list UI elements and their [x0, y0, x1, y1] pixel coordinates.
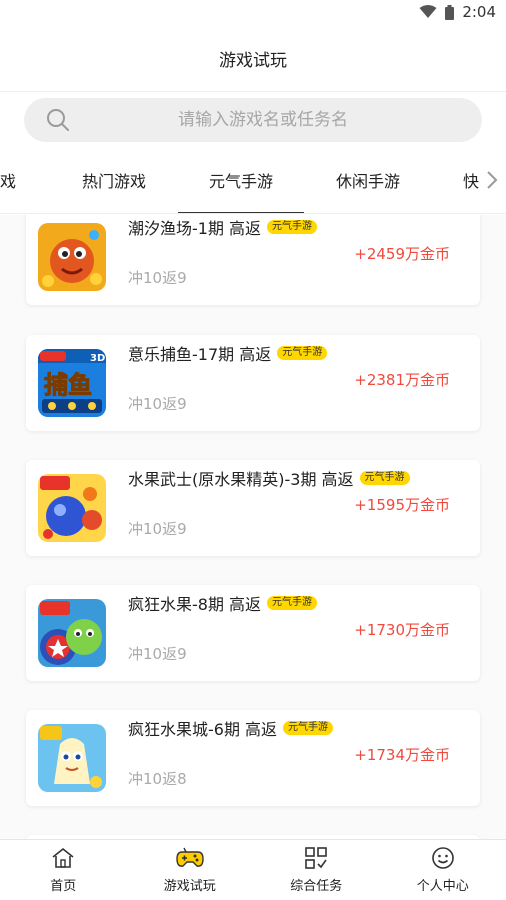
- rebate-info: 冲10返9: [128, 645, 187, 663]
- fish-crab-game-icon: [38, 223, 106, 291]
- nav-profile-label: 个人中心: [416, 878, 469, 894]
- game-name: 水果武士(原水果精英)-3期 高返: [128, 470, 354, 489]
- nav-tasks[interactable]: 综合任务: [253, 840, 380, 900]
- game-card[interactable]: 水果武士(原水果精英)-3期 高返 元气手游 +1595万金币 冲10返9: [26, 460, 480, 556]
- fruit-warrior-game-icon: [38, 474, 106, 542]
- category-tag: 元气手游: [267, 596, 318, 610]
- home-icon: [51, 847, 75, 873]
- game-card[interactable]: 疯狂水果-8期 高返 元气手游 +1730万金币 冲10返9: [26, 585, 480, 681]
- category-tag: 元气手游: [267, 220, 318, 234]
- chevron-right-icon[interactable]: [486, 170, 498, 194]
- category-tag: 元气手游: [283, 721, 334, 735]
- rebate-info: 冲10返9: [128, 395, 187, 413]
- category-tabs: 戏 热门游戏 元气手游 休闲手游 快: [0, 150, 506, 214]
- nav-home[interactable]: 首页: [0, 840, 127, 900]
- task-grid-icon: [305, 846, 328, 873]
- game-card[interactable]: 疯狂水果城-6期 高返 元气手游 +1734万金币 冲10返8: [26, 710, 480, 806]
- battery-icon: [445, 4, 455, 20]
- gamepad-icon: [176, 847, 204, 873]
- category-tag: 元气手游: [277, 346, 328, 360]
- crazy-fruit-game-icon: [38, 599, 106, 667]
- bottom-nav: 首页 游戏试玩 综合任务 个人中心: [0, 839, 506, 900]
- game-name: 意乐捕鱼-17期 高返: [128, 345, 272, 364]
- game-name: 疯狂水果-8期 高返: [128, 595, 262, 614]
- nav-home-label: 首页: [50, 878, 77, 894]
- rebate-info: 冲10返8: [128, 770, 187, 788]
- tab-yuanqi-games[interactable]: 元气手游: [209, 150, 273, 213]
- game-card[interactable]: 潮汐渔场-1期 高返 元气手游 +2459万金币 冲10返9: [26, 215, 480, 305]
- page-title: 游戏试玩: [219, 51, 287, 71]
- nav-game-trial[interactable]: 游戏试玩: [127, 840, 254, 900]
- reward-amount: +2381万金币: [354, 371, 450, 389]
- game-list: 潮汐渔场-1期 高返 元气手游 +2459万金币 冲10返9 3D 捕鱼 意乐捕…: [0, 215, 506, 839]
- game-name: 潮汐渔场-1期 高返: [128, 219, 262, 238]
- rebate-info: 冲10返9: [128, 269, 187, 287]
- search-icon: [46, 108, 70, 136]
- search-input[interactable]: [24, 98, 482, 142]
- reward-amount: +1730万金币: [354, 621, 450, 639]
- reward-amount: +2459万金币: [354, 245, 450, 263]
- tab-hot-games[interactable]: 热门游戏: [82, 150, 146, 213]
- game-card[interactable]: 3D 捕鱼 意乐捕鱼-17期 高返 元气手游 +2381万金币 冲10返9: [26, 335, 480, 431]
- reward-amount: +1595万金币: [354, 496, 450, 514]
- smiley-face-icon: [431, 846, 454, 873]
- nav-tasks-label: 综合任务: [290, 878, 343, 894]
- title-bar: 游戏试玩: [0, 26, 506, 92]
- rebate-info: 冲10返9: [128, 520, 187, 538]
- tab-casual-games[interactable]: 休闲手游: [336, 150, 400, 213]
- svg-text:捕鱼: 捕鱼: [44, 371, 92, 399]
- svg-text:3D: 3D: [90, 353, 105, 364]
- category-tag: 元气手游: [359, 471, 410, 485]
- fruit-city-game-icon: [38, 724, 106, 792]
- search-bar[interactable]: [24, 98, 482, 142]
- status-time: 2:04: [462, 3, 496, 21]
- wifi-icon: [419, 5, 437, 19]
- fishing-3d-game-icon: 3D 捕鱼: [38, 349, 106, 417]
- nav-game-trial-label: 游戏试玩: [163, 878, 216, 894]
- game-name: 疯狂水果城-6期 高返: [128, 720, 278, 739]
- nav-profile[interactable]: 个人中心: [380, 840, 506, 900]
- tab-partial-left[interactable]: 戏: [0, 150, 16, 213]
- tab-partial-right[interactable]: 快: [463, 150, 479, 213]
- status-bar: 2:04: [0, 0, 506, 26]
- reward-amount: +1734万金币: [354, 746, 450, 764]
